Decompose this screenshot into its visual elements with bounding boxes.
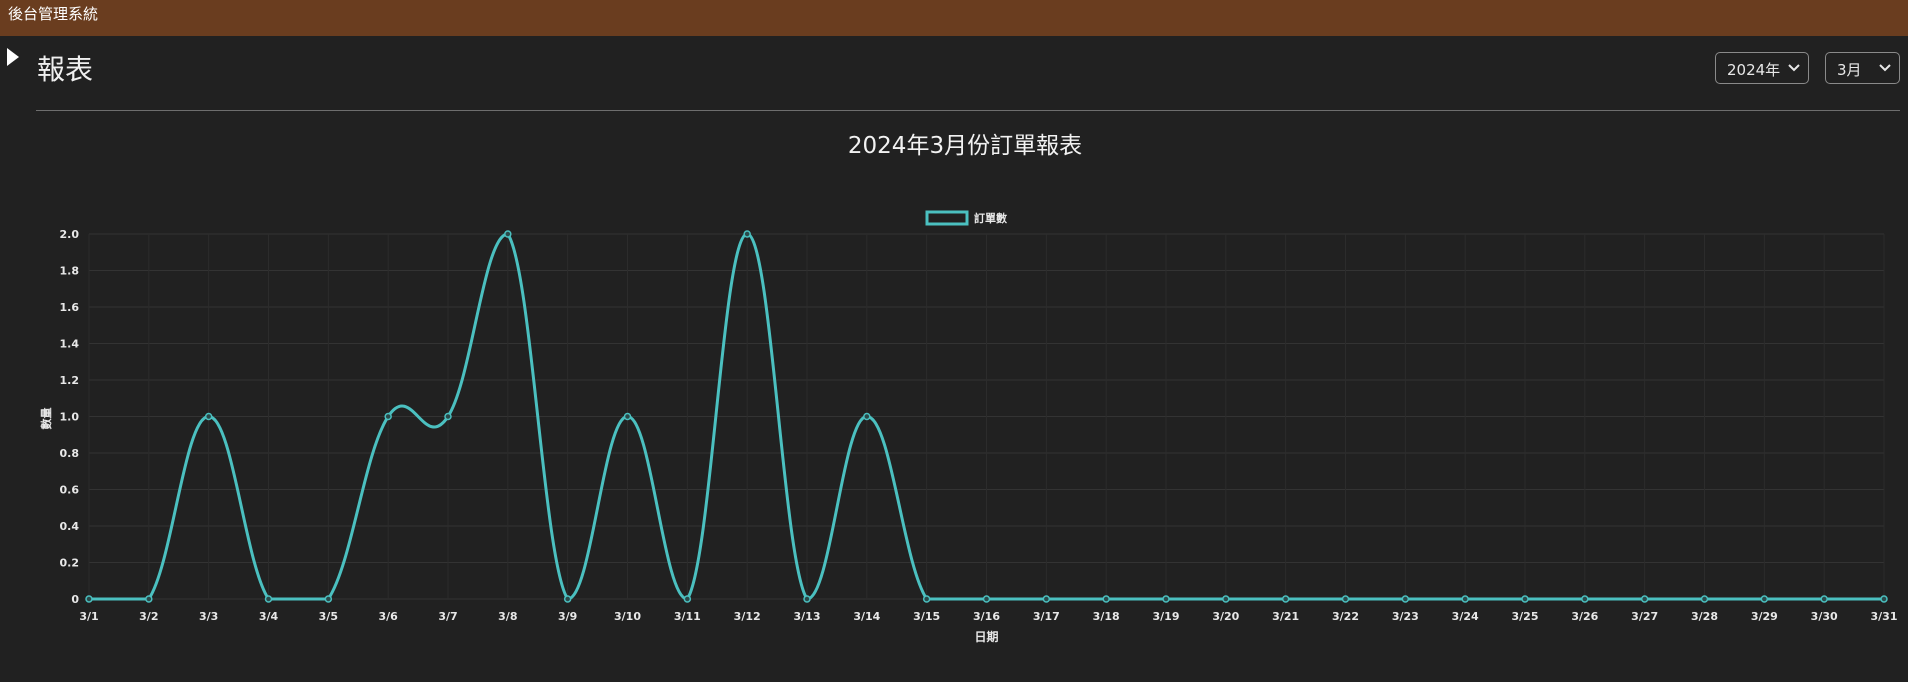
x-tick-label: 3/24	[1452, 610, 1479, 623]
data-point	[683, 595, 692, 603]
y-tick-label: 0.4	[60, 520, 80, 533]
x-tick-label: 3/2	[139, 610, 158, 623]
header-divider	[36, 110, 1900, 111]
x-tick-label: 3/27	[1631, 610, 1658, 623]
x-tick-label: 3/30	[1811, 610, 1838, 623]
x-tick-label: 3/14	[853, 610, 880, 623]
app-title: 後台管理系統	[8, 5, 99, 23]
x-tick-label: 3/20	[1212, 610, 1239, 623]
data-point	[1700, 595, 1709, 603]
y-axis-label: 數量	[39, 408, 53, 430]
top-bar: 後台管理系統	[0, 0, 1908, 36]
x-tick-label: 3/25	[1512, 610, 1539, 623]
x-tick-label: 3/18	[1093, 610, 1120, 623]
data-point	[264, 595, 273, 603]
x-tick-label: 3/22	[1332, 610, 1359, 623]
data-point	[145, 595, 153, 603]
data-point	[1042, 595, 1051, 603]
x-tick-label: 3/12	[734, 610, 761, 623]
year-select-value: 2024年	[1727, 61, 1781, 79]
y-tick-label: 1.8	[60, 265, 80, 278]
data-point	[1581, 595, 1589, 603]
data-point	[204, 412, 213, 421]
x-tick-label: 3/3	[199, 610, 218, 623]
x-tick-label: 3/4	[259, 610, 279, 623]
x-tick-label: 3/11	[674, 610, 701, 623]
x-tick-label: 3/1	[79, 610, 98, 623]
sidebar-toggle-button[interactable]	[4, 47, 22, 67]
data-point	[1281, 595, 1290, 603]
x-tick-label: 3/6	[379, 610, 399, 623]
data-point	[922, 595, 931, 603]
x-tick-label: 3/16	[973, 610, 1000, 623]
x-axis-label: 日期	[974, 629, 998, 644]
data-point	[444, 412, 452, 421]
data-point	[324, 595, 333, 603]
data-point	[1640, 595, 1649, 603]
y-tick-label: 0.8	[60, 447, 80, 460]
data-point	[1760, 595, 1769, 603]
y-tick-label: 1.4	[60, 338, 80, 351]
data-point	[1102, 595, 1110, 603]
chart-title: 2024年3月份訂單報表	[847, 133, 1083, 159]
y-tick-label: 0.2	[60, 557, 80, 570]
caret-right-icon	[7, 48, 19, 66]
x-tick-label: 3/9	[558, 610, 577, 623]
x-tick-label: 3/31	[1871, 610, 1898, 623]
x-tick-label: 3/15	[913, 610, 940, 623]
y-tick-label: 2.0	[60, 228, 80, 241]
x-tick-label: 3/28	[1691, 610, 1718, 623]
x-tick-label: 3/17	[1033, 610, 1060, 623]
legend-swatch	[925, 210, 969, 226]
data-point	[563, 595, 572, 603]
chevron-down-icon	[1879, 64, 1891, 72]
data-point	[743, 230, 751, 238]
page-title: 報表	[37, 53, 94, 86]
data-point	[1521, 595, 1529, 603]
legend-label: 訂單數	[974, 211, 1007, 225]
data-point	[1222, 595, 1230, 603]
data-point	[85, 595, 93, 603]
data-point	[803, 595, 811, 603]
x-tick-label: 3/5	[319, 610, 338, 623]
x-tick-label: 3/29	[1751, 610, 1778, 623]
x-tick-label: 3/8	[498, 610, 517, 623]
data-point	[1820, 595, 1828, 603]
data-point	[504, 230, 512, 238]
x-tick-label: 3/7	[438, 610, 457, 623]
y-tick-label: 1.0	[60, 411, 80, 424]
data-point	[1880, 595, 1888, 603]
order-line-chart: 0 0.2 0.4 0.6 0.8 1.0 1.2 1.4 1.6 1.8 2.0 3/1 3/2 3/3…	[39, 210, 1898, 644]
y-tick-label: 1.2	[60, 374, 80, 387]
x-tick-label: 3/19	[1153, 610, 1180, 623]
chevron-down-icon	[1788, 64, 1800, 72]
data-point	[982, 595, 991, 603]
data-point	[1341, 595, 1350, 603]
data-point	[1162, 595, 1170, 603]
data-point	[1401, 595, 1410, 603]
data-point	[384, 412, 392, 421]
month-select-value: 3月	[1837, 61, 1862, 79]
data-point	[863, 412, 871, 421]
x-tick-label: 3/21	[1272, 610, 1299, 623]
y-tick-label: 0	[71, 593, 79, 606]
data-point	[623, 412, 632, 421]
x-tick-label: 3/23	[1392, 610, 1419, 623]
year-select[interactable]: 2024年	[1715, 52, 1809, 84]
y-tick-label: 0.6	[60, 484, 80, 497]
data-point	[1461, 595, 1469, 603]
y-tick-label: 1.6	[60, 301, 80, 314]
month-select[interactable]: 3月	[1825, 52, 1900, 84]
x-tick-label: 3/10	[614, 610, 641, 623]
x-tick-label: 3/13	[794, 610, 821, 623]
x-tick-label: 3/26	[1571, 610, 1598, 623]
